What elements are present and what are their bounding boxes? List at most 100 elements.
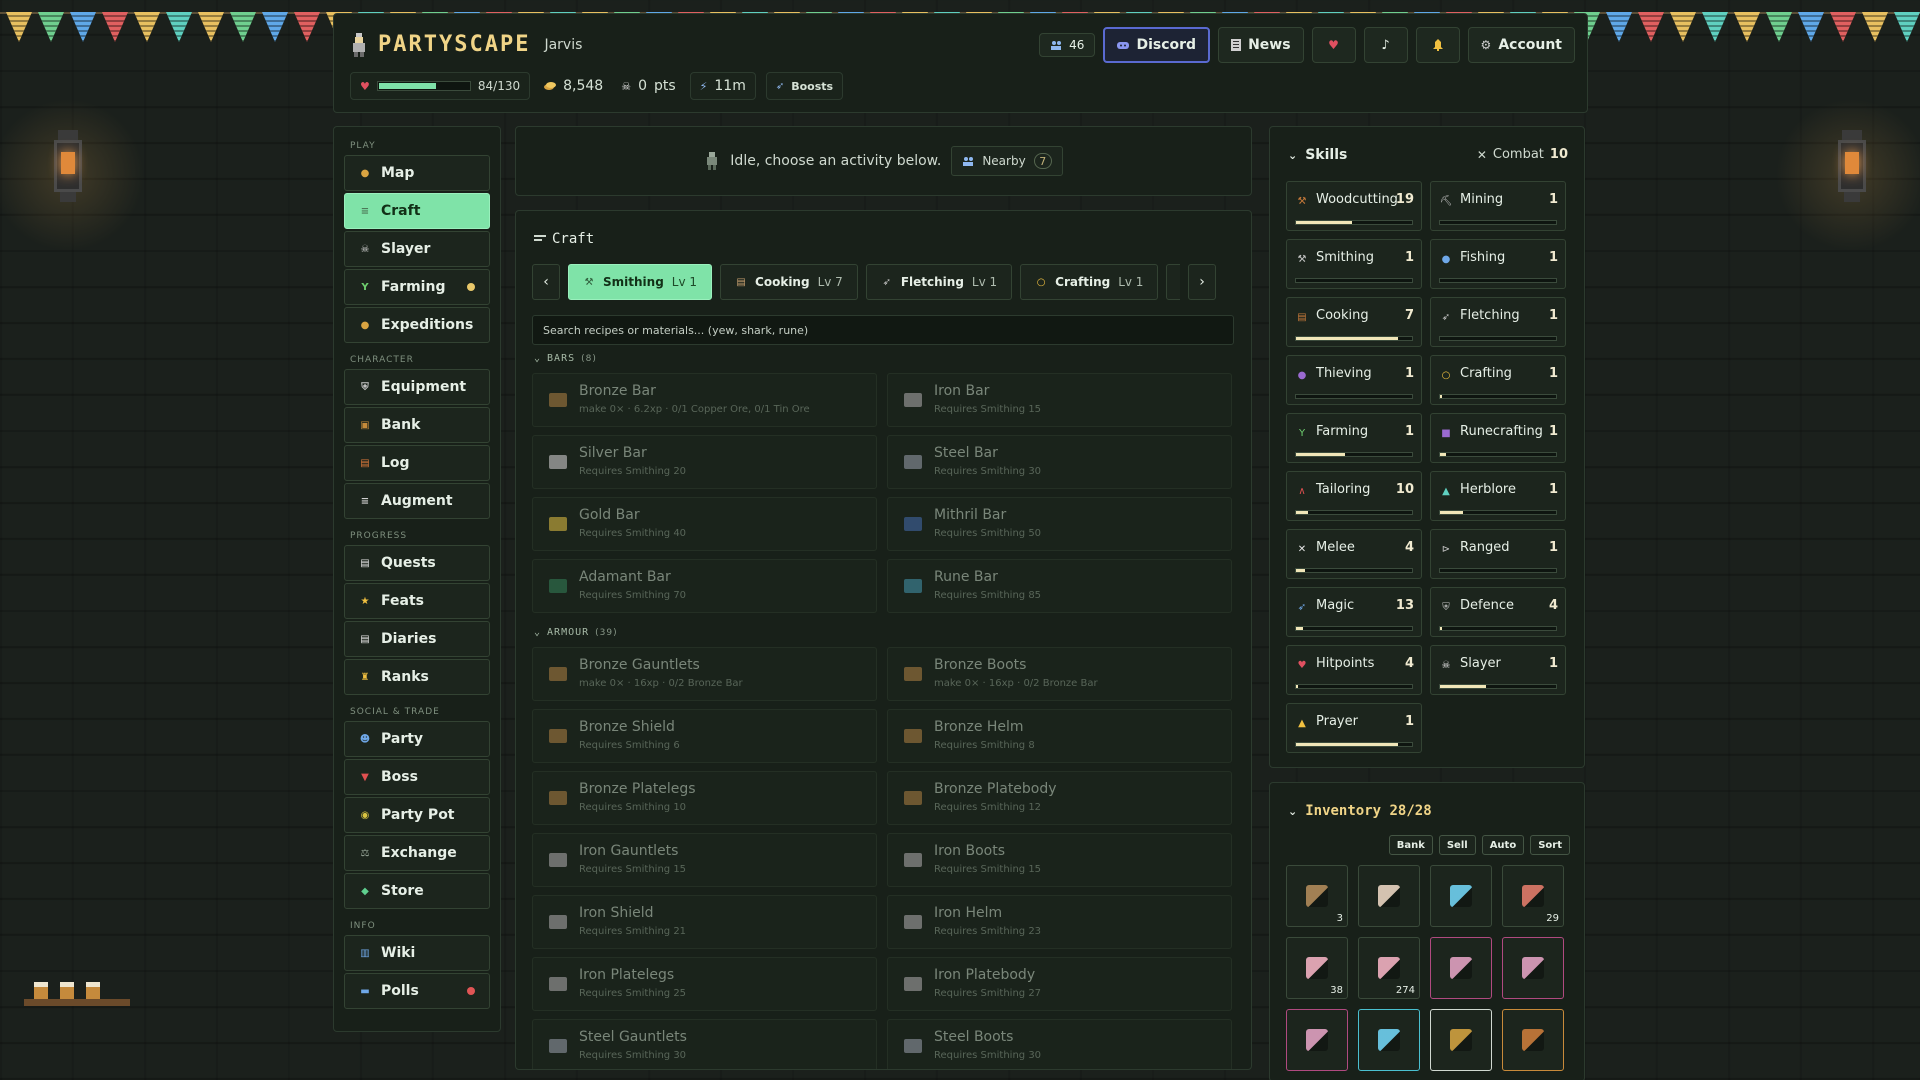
skill-card-ranged[interactable]: ⊳ Ranged 1	[1430, 529, 1566, 579]
recipe-card[interactable]: Iron Platelegs Requires Smithing 25	[532, 957, 877, 1011]
sidebar-item-polls[interactable]: ▬ Polls	[344, 973, 490, 1009]
sidebar-item-party-pot[interactable]: ◉ Party Pot	[344, 797, 490, 833]
sidebar-item-diaries[interactable]: ▤ Diaries	[344, 621, 490, 657]
inventory-slot[interactable]	[1358, 1009, 1420, 1071]
tab-smithing[interactable]: ⚒ Smithing Lv 1	[568, 264, 713, 300]
discord-button[interactable]: Discord	[1103, 27, 1211, 63]
recipe-card[interactable]: Bronze Platebody Requires Smithing 12	[887, 771, 1232, 825]
skill-card-defence[interactable]: ⛨ Defence 4	[1430, 587, 1566, 637]
recipe-card[interactable]: Iron Shield Requires Smithing 21	[532, 895, 877, 949]
tabs-scroll-left-button[interactable]: ‹	[532, 264, 560, 300]
recipe-card[interactable]: Iron Gauntlets Requires Smithing 15	[532, 833, 877, 887]
recipe-card[interactable]: Bronze Bar make 0× · 6.2xp · 0/1 Copper O…	[532, 373, 877, 427]
skill-card-thieving[interactable]: ● Thieving 1	[1286, 355, 1422, 405]
skill-card-fletching[interactable]: ➶ Fletching 1	[1430, 297, 1566, 347]
recipe-card[interactable]: Mithril Bar Requires Smithing 50	[887, 497, 1232, 551]
inventory-slot[interactable]: 38	[1286, 937, 1348, 999]
sidebar-item-slayer[interactable]: ☠ Slayer	[344, 231, 490, 267]
recipe-card[interactable]: Steel Bar Requires Smithing 30	[887, 435, 1232, 489]
inventory-header[interactable]: ⌄ Inventory 28/28	[1288, 803, 1432, 819]
skill-card-farming[interactable]: Y Farming 1	[1286, 413, 1422, 463]
favorite-button[interactable]: ♥	[1311, 27, 1356, 63]
recipe-card[interactable]: Bronze Platelegs Requires Smithing 10	[532, 771, 877, 825]
recipe-card[interactable]: Gold Bar Requires Smithing 40	[532, 497, 877, 551]
recipe-card[interactable]: Bronze Shield Requires Smithing 6	[532, 709, 877, 763]
tabs-scroll-right-button[interactable]: ›	[1188, 264, 1216, 300]
sidebar-item-exchange[interactable]: ⚖ Exchange	[344, 835, 490, 871]
sidebar-item-boss[interactable]: ▼ Boss	[344, 759, 490, 795]
recipe-card[interactable]: Iron Boots Requires Smithing 15	[887, 833, 1232, 887]
inventory-slot[interactable]	[1358, 865, 1420, 927]
sidebar-item-feats[interactable]: ★ Feats	[344, 583, 490, 619]
recipe-card[interactable]: Iron Bar Requires Smithing 15	[887, 373, 1232, 427]
skill-card-prayer[interactable]: ▲ Prayer 1	[1286, 703, 1422, 753]
news-button[interactable]: News	[1218, 27, 1304, 63]
recipe-card[interactable]: Silver Bar Requires Smithing 20	[532, 435, 877, 489]
skill-card-fishing[interactable]: ● Fishing 1	[1430, 239, 1566, 289]
inventory-slot[interactable]	[1430, 865, 1492, 927]
tab-crafting[interactable]: ○ Crafting Lv 1	[1020, 264, 1159, 300]
recipe-card[interactable]: Rune Bar Requires Smithing 85	[887, 559, 1232, 613]
sidebar-item-farming[interactable]: Y Farming	[344, 269, 490, 305]
boosts-button[interactable]: ➶ Boosts	[765, 72, 844, 100]
skill-card-melee[interactable]: ✕ Melee 4	[1286, 529, 1422, 579]
inventory-slot[interactable]	[1430, 1009, 1492, 1071]
nearby-button[interactable]: Nearby 7	[951, 146, 1063, 176]
skill-card-runecrafting[interactable]: ■ Runecrafting 1	[1430, 413, 1566, 463]
sidebar-item-map[interactable]: ● Map	[344, 155, 490, 191]
inventory-slot[interactable]	[1502, 937, 1564, 999]
sidebar-item-bank[interactable]: ▣ Bank	[344, 407, 490, 443]
inventory-slot[interactable]: 29	[1502, 865, 1564, 927]
recipe-search[interactable]	[532, 315, 1234, 345]
skill-card-herblore[interactable]: ▲ Herblore 1	[1430, 471, 1566, 521]
skill-card-hitpoints[interactable]: ♥ Hitpoints 4	[1286, 645, 1422, 695]
account-button[interactable]: ⚙ Account	[1467, 27, 1575, 63]
recipe-group-header[interactable]: ⌄ BARS (8)	[534, 353, 597, 364]
recipe-card[interactable]: Steel Gauntlets Requires Smithing 30	[532, 1019, 877, 1069]
notifications-button[interactable]	[1415, 27, 1460, 63]
skill-card-crafting[interactable]: ○ Crafting 1	[1430, 355, 1566, 405]
sidebar-item-equipment[interactable]: ⛨ Equipment	[344, 369, 490, 405]
skill-card-cooking[interactable]: ▤ Cooking 7	[1286, 297, 1422, 347]
inventory-sell-button[interactable]: Sell	[1438, 835, 1476, 855]
inventory-sort-button[interactable]: Sort	[1530, 835, 1570, 855]
skill-card-mining[interactable]: ⛏ Mining 1	[1430, 181, 1566, 231]
skill-card-smithing[interactable]: ⚒ Smithing 1	[1286, 239, 1422, 289]
online-count-button[interactable]: 46	[1039, 33, 1096, 57]
recipe-search-input[interactable]	[543, 323, 1223, 337]
recipe-card[interactable]: Steel Boots Requires Smithing 30	[887, 1019, 1232, 1069]
inventory-auto-button[interactable]: Auto	[1481, 835, 1525, 855]
inventory-slot[interactable]: 274	[1358, 937, 1420, 999]
skill-card-slayer[interactable]: ☠ Slayer 1	[1430, 645, 1566, 695]
recipe-card[interactable]: Bronze Helm Requires Smithing 8	[887, 709, 1232, 763]
recipe-card[interactable]: Iron Helm Requires Smithing 23	[887, 895, 1232, 949]
skill-card-woodcutting[interactable]: ⚒ Woodcutting 19	[1286, 181, 1422, 231]
sidebar-item-ranks[interactable]: ♜ Ranks	[344, 659, 490, 695]
skill-card-tailoring[interactable]: ∧ Tailoring 10	[1286, 471, 1422, 521]
tab-runecrafting[interactable]: ■Runecrafting	[1166, 264, 1180, 300]
sidebar-item-quests[interactable]: ▤ Quests	[344, 545, 490, 581]
inventory-slot[interactable]	[1430, 937, 1492, 999]
tab-cooking[interactable]: ▤ Cooking Lv 7	[720, 264, 858, 300]
sidebar-item-log[interactable]: ▤ Log	[344, 445, 490, 481]
skills-header[interactable]: ⌄ Skills	[1288, 147, 1347, 163]
inventory-bank-button[interactable]: Bank	[1388, 835, 1433, 855]
inventory-slot[interactable]	[1502, 1009, 1564, 1071]
recipe-card[interactable]: Iron Platebody Requires Smithing 27	[887, 957, 1232, 1011]
sidebar-item-party[interactable]: ☻ Party	[344, 721, 490, 757]
music-button[interactable]: ♪	[1363, 27, 1408, 63]
tab-fletching[interactable]: ➶ Fletching Lv 1	[865, 264, 1013, 300]
sidebar-item-wiki[interactable]: ▥ Wiki	[344, 935, 490, 971]
inventory-slot[interactable]	[1286, 1009, 1348, 1071]
skill-card-magic[interactable]: ➶ Magic 13	[1286, 587, 1422, 637]
sidebar-item-expeditions[interactable]: ● Expeditions	[344, 307, 490, 343]
recipe-group-header[interactable]: ⌄ ARMOUR (39)	[534, 627, 618, 638]
sidebar-item-augment[interactable]: ≡ Augment	[344, 483, 490, 519]
recipe-card[interactable]: Bronze Gauntlets make 0× · 16xp · 0/2 Bro…	[532, 647, 877, 701]
sidebar-item-craft[interactable]: ≡ Craft	[344, 193, 490, 229]
recipe-card[interactable]: Bronze Boots make 0× · 16xp · 0/2 Bronze …	[887, 647, 1232, 701]
recipe-card[interactable]: Adamant Bar Requires Smithing 70	[532, 559, 877, 613]
sidebar-item-store[interactable]: ◆ Store	[344, 873, 490, 909]
boot-item-icon	[1306, 957, 1328, 979]
inventory-slot[interactable]: 3	[1286, 865, 1348, 927]
